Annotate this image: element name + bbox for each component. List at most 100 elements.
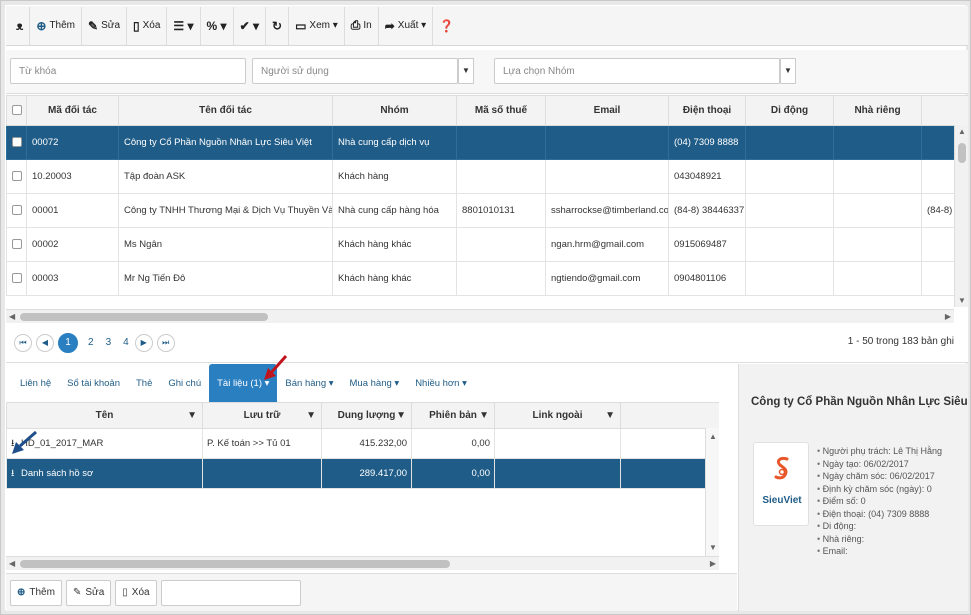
row-checkbox[interactable] bbox=[6, 159, 27, 194]
cell bbox=[833, 125, 922, 160]
page-2-button[interactable]: 2 bbox=[88, 337, 94, 348]
col-doc-name[interactable]: Tên ▼ bbox=[6, 402, 203, 429]
col-partner-code[interactable]: Mã đối tác bbox=[26, 95, 119, 126]
first-page-button[interactable]: ⏮ bbox=[14, 333, 32, 352]
edit-document-button[interactable]: ✎ Sửa bbox=[65, 579, 112, 606]
table-row[interactable]: 00001 Công ty TNHH Thương Mại & Dịch Vụ … bbox=[6, 193, 968, 228]
tab-tags[interactable]: Thẻ bbox=[128, 364, 160, 402]
refresh-button[interactable]: ↻ bbox=[266, 6, 290, 45]
scroll-right-icon[interactable]: ▶ bbox=[945, 312, 951, 321]
filter-icon[interactable]: ▼ bbox=[396, 410, 406, 421]
documents-table: Tên ▼ Lưu trữ ▼ Dung lượng ▼ Phiên bản ▼ Lin… bbox=[6, 402, 719, 489]
tab-notes[interactable]: Ghi chú bbox=[160, 364, 209, 402]
print-button[interactable]: ⎙ In bbox=[345, 6, 379, 45]
row-checkbox[interactable] bbox=[6, 227, 27, 262]
col-home-phone[interactable]: Nhà riêng bbox=[833, 95, 922, 126]
col-doc-size[interactable]: Dung lượng ▼ bbox=[321, 402, 412, 429]
col-mobile[interactable]: Di động bbox=[745, 95, 834, 126]
row-checkbox[interactable] bbox=[6, 193, 27, 228]
col-doc-link[interactable]: Link ngoài ▼ bbox=[494, 402, 621, 429]
cell bbox=[833, 261, 922, 296]
group-select[interactable]: Lựa chọn Nhóm bbox=[494, 58, 780, 84]
grid-vertical-thumb[interactable] bbox=[958, 143, 966, 163]
grid-horizontal-thumb[interactable] bbox=[20, 313, 268, 321]
filter-icon[interactable]: ▼ bbox=[187, 410, 197, 421]
grid-horizontal-scrollbar[interactable]: ◀ ▶ bbox=[6, 309, 954, 323]
table-row[interactable]: 00002 Ms Ngân Khách hàng khác ngan.hrm@g… bbox=[6, 227, 968, 262]
tab-more[interactable]: Nhiều hơn ▾ bbox=[407, 364, 475, 402]
page-3-button[interactable]: 3 bbox=[106, 337, 112, 348]
logo-text: SieuViet bbox=[762, 495, 802, 506]
tab-contacts[interactable]: Liên hệ bbox=[12, 364, 59, 402]
scroll-up-icon[interactable]: ▲ bbox=[709, 432, 717, 441]
filter-icon[interactable]: ▼ bbox=[479, 410, 489, 421]
document-row[interactable]: ⭳ Danh sách hồ sơ 289.417,00 0,00 bbox=[6, 458, 719, 489]
cell bbox=[494, 428, 621, 459]
filter-icon[interactable]: ▼ bbox=[306, 410, 316, 421]
tab-accounts[interactable]: Sổ tài khoản bbox=[59, 364, 128, 402]
document-search-input[interactable] bbox=[160, 579, 301, 606]
group-dropdown-toggle[interactable]: ▼ bbox=[780, 58, 796, 84]
download-icon[interactable]: ⭳ bbox=[11, 466, 21, 482]
cell: ssharrockse@timberland.com bbox=[545, 193, 669, 228]
detail-care-period: Định kỳ chăm sóc (ngày): 0 bbox=[817, 484, 942, 497]
last-page-button[interactable]: ⏭ bbox=[156, 333, 175, 352]
scroll-up-icon[interactable]: ▲ bbox=[958, 127, 966, 136]
user-dropdown-toggle[interactable]: ▼ bbox=[458, 58, 474, 84]
delete-document-button[interactable]: ▯ Xóa bbox=[115, 579, 157, 606]
table-row[interactable]: 10.20003 Tập đoàn ASK Khách hàng 0430489… bbox=[6, 159, 968, 194]
table-row[interactable]: 00072 Công ty Cổ Phần Nguồn Nhân Lực Siê… bbox=[6, 125, 968, 160]
delete-button[interactable]: ▯ Xóa bbox=[127, 6, 168, 45]
page-4-button[interactable]: 4 bbox=[123, 337, 129, 348]
col-tax-code[interactable]: Mã số thuế bbox=[456, 95, 546, 126]
table-row[interactable]: 00003 Mr Ng Tiến Đô Khách hàng khác ngti… bbox=[6, 261, 968, 296]
check-menu-button[interactable]: ✔ ▾ bbox=[234, 6, 266, 45]
filter-bar: Từ khóa Người sử dụng ▼ Lựa chọn Nhóm ▼ bbox=[6, 50, 968, 94]
col-doc-version[interactable]: Phiên bản ▼ bbox=[411, 402, 495, 429]
col-phone[interactable]: Điện thoại bbox=[668, 95, 746, 126]
prev-page-button[interactable]: ◀ bbox=[36, 333, 54, 352]
scroll-left-icon[interactable]: ◀ bbox=[9, 559, 15, 568]
cell: 0,00 bbox=[411, 428, 495, 459]
next-page-button[interactable]: ▶ bbox=[134, 333, 153, 352]
page-1-button[interactable]: 1 bbox=[58, 332, 78, 353]
scroll-down-icon[interactable]: ▼ bbox=[709, 543, 717, 552]
cell: Khách hàng bbox=[332, 159, 457, 194]
col-partner-name[interactable]: Tên đối tác bbox=[118, 95, 333, 126]
documents-horizontal-scrollbar[interactable]: ◀ ▶ bbox=[6, 556, 719, 570]
scroll-right-icon[interactable]: ▶ bbox=[710, 559, 716, 568]
annotation-arrow-red bbox=[264, 355, 288, 380]
percent-menu-button[interactable]: % ▾ bbox=[201, 6, 234, 45]
add-button[interactable]: ⊕ Thêm bbox=[30, 6, 83, 45]
document-row[interactable]: ⭳ HD_01_2017_MAR P. Kế toán >> Tủ 01 415.… bbox=[6, 428, 719, 459]
scroll-left-icon[interactable]: ◀ bbox=[9, 312, 15, 321]
view-button[interactable]: ▭ Xem ▾ bbox=[289, 6, 345, 45]
col-group[interactable]: Nhóm bbox=[332, 95, 457, 126]
detail-score: Điểm số: 0 bbox=[817, 496, 942, 509]
cell: 10.20003 bbox=[26, 159, 119, 194]
annotation-arrow-blue bbox=[12, 430, 37, 454]
search-button[interactable]: ᴥ bbox=[10, 6, 31, 45]
cell: ngtiendo@gmail.com bbox=[545, 261, 669, 296]
keyword-input[interactable]: Từ khóa bbox=[10, 58, 246, 84]
filter-icon[interactable]: ▼ bbox=[605, 410, 615, 421]
tab-purchases[interactable]: Mua hàng ▾ bbox=[342, 364, 408, 402]
col-doc-storage[interactable]: Lưu trữ ▼ bbox=[202, 402, 322, 429]
cell bbox=[456, 261, 546, 296]
row-checkbox[interactable] bbox=[6, 261, 27, 296]
cell bbox=[745, 261, 834, 296]
help-button[interactable]: ❓ bbox=[433, 7, 460, 45]
row-checkbox[interactable] bbox=[6, 125, 27, 160]
user-input[interactable]: Người sử dụng bbox=[252, 58, 458, 84]
col-email[interactable]: Email bbox=[545, 95, 669, 126]
edit-button[interactable]: ✎ Sửa bbox=[82, 6, 128, 45]
scroll-down-icon[interactable]: ▼ bbox=[958, 296, 966, 305]
add-document-button[interactable]: ⊕ Thêm bbox=[10, 579, 62, 606]
list-menu-button[interactable]: ☰ ▾ bbox=[167, 6, 201, 45]
documents-horizontal-thumb[interactable] bbox=[20, 560, 450, 568]
export-button[interactable]: ➦ Xuất ▾ bbox=[379, 6, 434, 45]
select-all-checkbox[interactable] bbox=[6, 95, 27, 126]
grid-vertical-scrollbar[interactable]: ▲ ▼ bbox=[954, 125, 968, 307]
cell bbox=[456, 125, 546, 160]
documents-vertical-scrollbar[interactable]: ▲ ▼ bbox=[705, 428, 719, 556]
